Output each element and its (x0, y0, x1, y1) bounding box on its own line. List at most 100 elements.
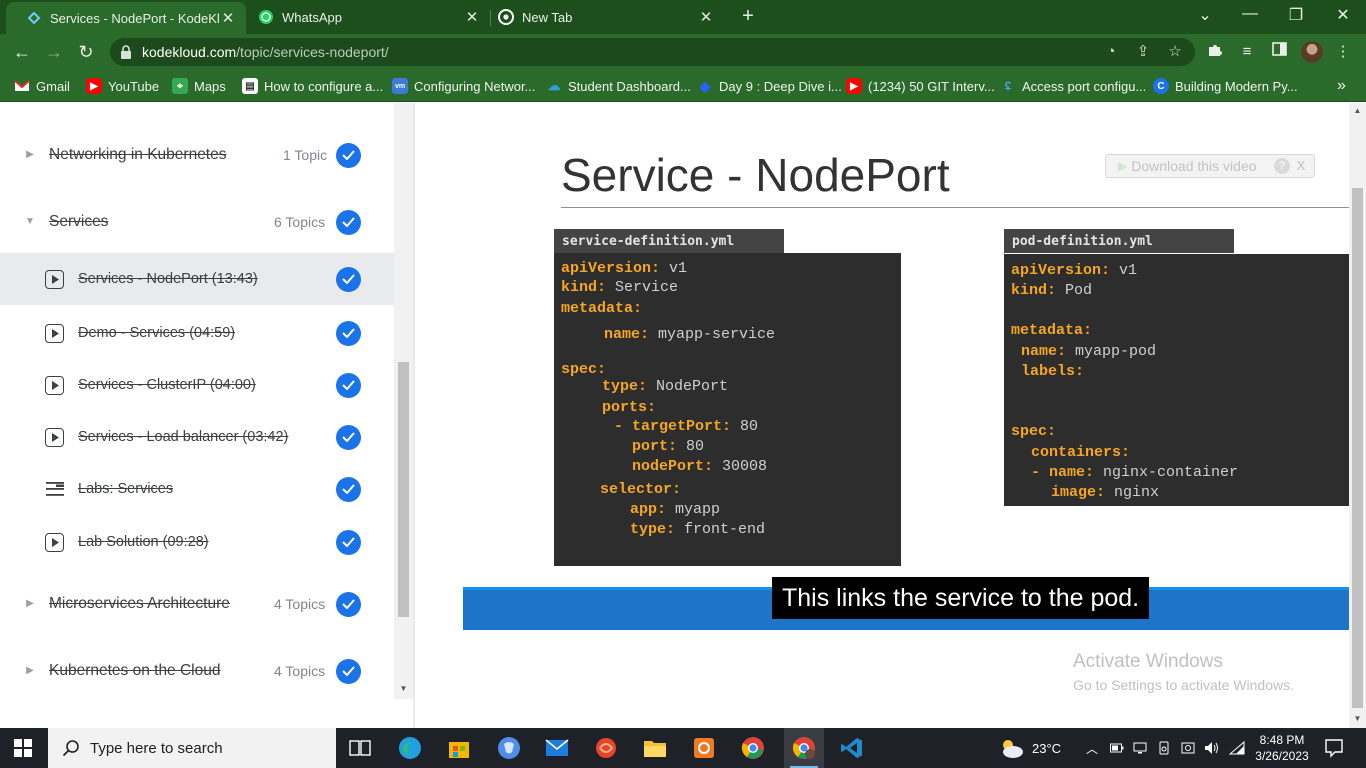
code-key: port: (632, 438, 678, 455)
chrome-menu-kebab-icon[interactable]: ⋮ (1333, 42, 1353, 62)
address-bar[interactable]: kodekloud.com/topic/services-nodeport/ ◔… (110, 38, 1195, 66)
tab-close-icon[interactable]: ✕ (220, 9, 236, 27)
file-explorer-icon[interactable] (641, 734, 669, 762)
code-key: metadata: (1011, 322, 1093, 339)
restore-icon[interactable]: ❐ (1286, 5, 1306, 25)
sidebar-scrollbar-thumb[interactable] (398, 362, 409, 617)
sidebar-item-services-nodeport[interactable]: Services - NodePort (13:43) (0, 253, 394, 305)
swirl-app-icon[interactable] (592, 734, 620, 762)
tab-new-tab[interactable]: New Tab ✕ (478, 0, 724, 34)
edge-browser-icon[interactable] (396, 734, 424, 762)
code-line: spec: (561, 361, 606, 378)
page-scrollbar-thumb[interactable] (1352, 188, 1363, 708)
bookmark-configuring-network[interactable]: vm Configuring Networ... (392, 77, 535, 95)
slide-title: Service - NodePort (561, 149, 950, 201)
weather-temperature: 23°C (1032, 740, 1062, 756)
phone-link-icon[interactable] (495, 734, 523, 762)
profile-avatar[interactable] (1301, 41, 1323, 63)
caret-down-icon[interactable]: ▼ (24, 216, 36, 228)
window-close-icon[interactable]: ✕ (1333, 5, 1353, 25)
url-text[interactable]: kodekloud.com/topic/services-nodeport/ (142, 44, 389, 60)
side-panel-icon[interactable] (1269, 42, 1289, 62)
sidebar-section-kubernetes-cloud[interactable]: ▶ Kubernetes on the Cloud 4 Topics (0, 651, 394, 691)
bookmark-youtube[interactable]: ▶ YouTube (86, 77, 159, 95)
bookmark-student-dashboard[interactable]: ☁ Student Dashboard... (546, 77, 691, 95)
chrome-active-profile-icon[interactable] (784, 728, 824, 768)
download-help-icon[interactable]: ? (1274, 158, 1290, 174)
sidebar-scroll-down-icon[interactable]: ▼ (398, 684, 409, 694)
caret-right-icon[interactable]: ▶ (24, 149, 36, 161)
volume-icon[interactable] (1204, 728, 1220, 768)
bookmark-star-icon[interactable]: ☆ (1166, 43, 1184, 61)
sidebar-section-microservices[interactable]: ▶ Microservices Architecture 4 Topics (0, 584, 394, 624)
slide-title-rule (561, 207, 1349, 208)
bookmark-access-port[interactable]: ʢ Access port configu... (1000, 77, 1147, 95)
back-arrow-icon[interactable]: ← (11, 41, 33, 63)
tab-close-icon[interactable]: ✕ (698, 8, 714, 26)
mail-icon[interactable] (543, 734, 571, 762)
kodekloud-favicon-icon (26, 10, 42, 26)
sidebar-item-services-load-balancer[interactable]: Services - Load balancer (03:42) (0, 411, 394, 463)
weather-widget[interactable]: 23°C (998, 728, 1061, 768)
network-monitor-icon[interactable] (1133, 728, 1147, 768)
reload-icon[interactable]: ↻ (75, 41, 97, 63)
gmail-icon (14, 78, 30, 94)
microsoft-store-icon[interactable] (445, 734, 473, 762)
tray-overflow-chevron-icon[interactable]: ︿ (1086, 728, 1098, 768)
sidebar-item-lab-solution[interactable]: Lab Solution (09:28) (0, 516, 394, 568)
code-key: name: (1021, 343, 1067, 360)
section-title: Services (49, 213, 109, 230)
performance-gauge-icon[interactable]: ◔ (1102, 43, 1120, 61)
system-clock[interactable]: 8:48 PM 3/26/2023 (1250, 732, 1314, 764)
video-player[interactable]: Service - NodePort ▶ Download this video… (415, 103, 1349, 728)
tab-search-chevron-icon[interactable]: ⌄ (1195, 5, 1215, 25)
download-close-icon[interactable]: X (1294, 158, 1308, 174)
minimize-icon[interactable]: — (1240, 5, 1260, 23)
code-key: - name: (1031, 464, 1095, 481)
more-bookmarks-chevron-icon[interactable]: » (1337, 77, 1346, 95)
windows-start-icon[interactable] (14, 739, 32, 757)
bookmark-how-to-configure[interactable]: ▤ How to configure a... (242, 77, 383, 95)
code-key: kind: (561, 279, 607, 296)
bookmark-building-modern-py[interactable]: C Building Modern Py... (1153, 77, 1298, 95)
bookmark-day9[interactable]: ◆ Day 9 : Deep Dive i... (697, 77, 842, 95)
service-definition-code: apiVersion: v1 kind: Service metadata: n… (554, 253, 901, 566)
forward-arrow-icon[interactable]: → (43, 41, 65, 63)
vscode-icon[interactable] (838, 734, 866, 762)
sidebar-item-labs-services[interactable]: Labs: Services (0, 463, 394, 515)
bookmark-label: Day 9 : Deep Dive i... (719, 78, 842, 94)
sidebar-section-networking[interactable]: ▶ Networking in Kubernetes 1 Topic (0, 135, 394, 175)
page-scroll-up-icon[interactable]: ▲ (1352, 106, 1363, 116)
code-line: type: NodePort (602, 378, 728, 395)
bookmark-gmail[interactable]: Gmail (14, 77, 70, 95)
lock-icon[interactable] (120, 45, 132, 59)
download-video-button[interactable]: ▶ Download this video ? X (1105, 154, 1315, 178)
chrome-icon[interactable] (739, 734, 767, 762)
share-icon[interactable]: ⇪ (1134, 43, 1152, 61)
bookmark-git-interview[interactable]: ▶ (1234) 50 GIT Interv... (846, 77, 995, 95)
bookmark-label: Building Modern Py... (1175, 78, 1298, 94)
extensions-puzzle-icon[interactable] (1205, 42, 1225, 62)
video-play-icon (45, 427, 64, 447)
caret-right-icon[interactable]: ▶ (24, 665, 36, 677)
taskbar-search[interactable]: Type here to search (48, 728, 336, 768)
caret-right-icon[interactable]: ▶ (24, 598, 36, 610)
task-view-icon[interactable] (346, 734, 374, 762)
camera-icon[interactable] (1181, 728, 1195, 768)
tab-kodekloud[interactable]: Services - NodePort - KodeKloud ✕ (6, 2, 246, 34)
sidebar-section-services[interactable]: ▼ Services 6 Topics (0, 202, 394, 242)
code-line: metadata: (561, 300, 642, 317)
new-tab-plus-icon[interactable]: + (738, 6, 758, 26)
bookmark-maps[interactable]: ⌖ Maps (172, 77, 226, 95)
tab-whatsapp[interactable]: WhatsApp ✕ (238, 0, 490, 34)
page-scroll-down-icon[interactable]: ▼ (1352, 714, 1363, 724)
battery-icon[interactable] (1110, 728, 1124, 768)
device-icon[interactable] (1157, 728, 1171, 768)
settings-gear-app-icon[interactable] (690, 734, 718, 762)
media-queue-icon[interactable]: ≡ (1237, 42, 1257, 62)
section-count: 6 Topics (274, 214, 326, 230)
sidebar-item-demo-services[interactable]: Demo - Services (04:59) (0, 307, 394, 359)
notification-center-icon[interactable] (1324, 738, 1344, 758)
sidebar-item-services-clusterip[interactable]: Services - ClusterIP (04:00) (0, 359, 394, 411)
wifi-icon[interactable] (1229, 728, 1245, 768)
